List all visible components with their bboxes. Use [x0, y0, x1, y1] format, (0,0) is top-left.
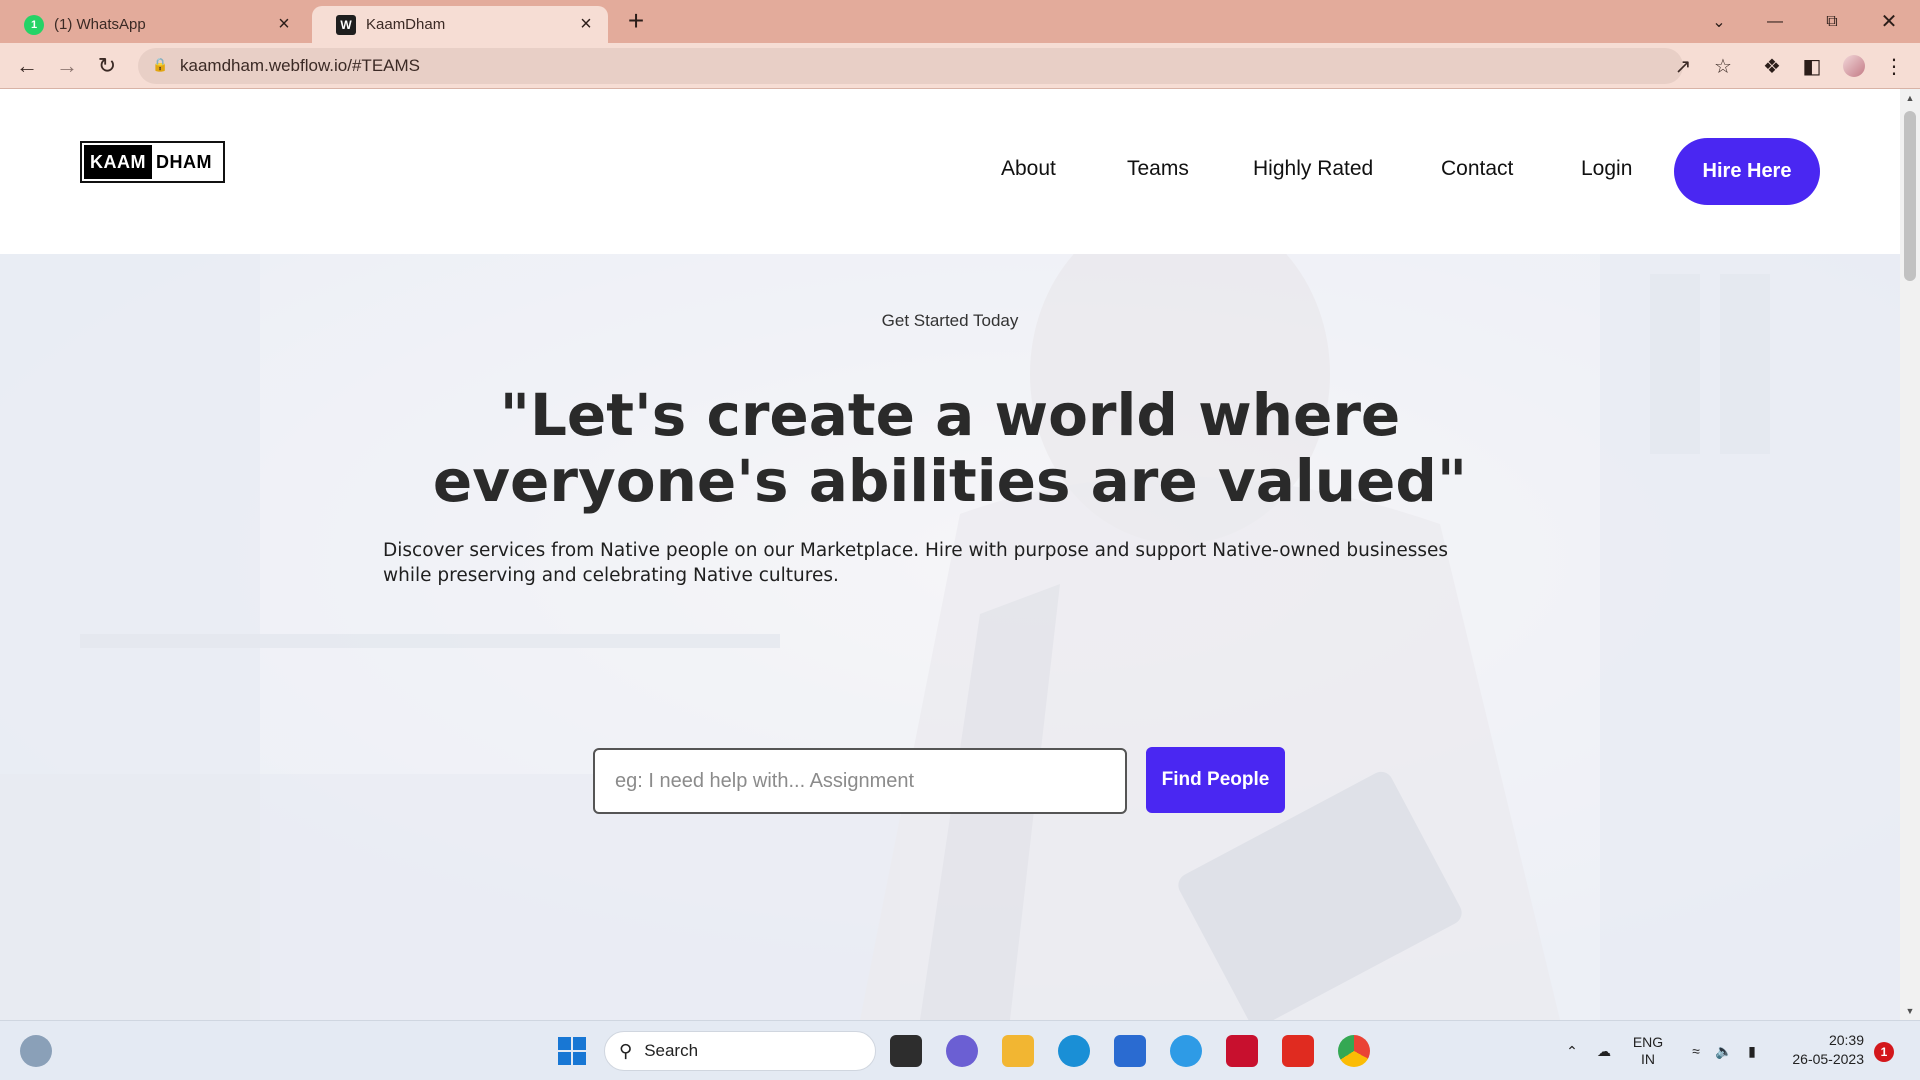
wifi-icon[interactable]: ≈	[1684, 1021, 1708, 1080]
kaamdham-logo[interactable]: KAAM DHAM	[80, 141, 225, 183]
url-text: kaamdham.webflow.io/#TEAMS	[180, 56, 420, 75]
logo-kaam: KAAM	[84, 145, 152, 179]
tab-kaamdham[interactable]: W KaamDham ×	[312, 6, 608, 43]
tab-whatsapp[interactable]: 1 (1) WhatsApp ×	[0, 6, 306, 43]
microsoft-store-icon[interactable]	[1114, 1035, 1146, 1067]
hero-description: Discover services from Native people on …	[383, 540, 1449, 586]
mcafee-icon[interactable]	[1226, 1035, 1258, 1067]
region-code: IN	[1641, 1051, 1655, 1067]
edge-browser-icon[interactable]	[1058, 1035, 1090, 1067]
scroll-up-icon[interactable]: ▲	[1900, 89, 1920, 107]
weather-widget-icon[interactable]	[20, 1035, 52, 1067]
service-search-input[interactable]: eg: I need help with... Assignment	[593, 748, 1127, 814]
tab-search-icon[interactable]: ⌄	[1696, 0, 1742, 43]
find-people-button[interactable]: Find People	[1146, 747, 1285, 813]
nav-contact[interactable]: Contact	[1441, 157, 1513, 181]
nav-teams[interactable]: Teams	[1127, 157, 1189, 181]
new-tab-button[interactable]: +	[622, 6, 650, 36]
language-code: ENG	[1632, 1034, 1664, 1050]
weather-app-icon[interactable]	[1170, 1035, 1202, 1067]
share-icon[interactable]: ↗	[1668, 51, 1698, 81]
nav-about[interactable]: About	[1001, 157, 1056, 181]
browser-toolbar: ← → ↻ 🔒 kaamdham.webflow.io/#TEAMS ↗ ☆ ❖…	[0, 43, 1920, 89]
file-explorer-icon[interactable]	[1002, 1035, 1034, 1067]
hidden-icons-chevron-icon[interactable]: ⌃	[1560, 1021, 1584, 1080]
back-icon[interactable]: ←	[12, 51, 42, 81]
task-view-icon[interactable]	[890, 1035, 922, 1067]
taskbar-search-label: Search	[644, 1041, 699, 1060]
whatsapp-icon: 1	[24, 14, 44, 35]
battery-icon[interactable]: ▮	[1740, 1021, 1764, 1080]
system-clock[interactable]: 20:39 26-05-2023	[1778, 1031, 1864, 1069]
notification-badge[interactable]: 1	[1874, 1042, 1894, 1062]
extensions-puzzle-icon[interactable]: ❖	[1757, 51, 1787, 81]
side-panel-icon[interactable]: ◧	[1797, 51, 1827, 81]
hero-section: Get Started Today "Let's create a world …	[0, 254, 1900, 1020]
address-bar[interactable]: 🔒 kaamdham.webflow.io/#TEAMS	[138, 48, 1683, 84]
close-tab-icon[interactable]: ×	[576, 13, 596, 35]
page-scrollbar[interactable]: ▲ ▼	[1900, 89, 1920, 1020]
site-header: KAAM DHAM About Teams Highly Rated Conta…	[0, 89, 1900, 254]
logo-dham: DHAM	[156, 151, 212, 172]
bookmark-star-icon[interactable]: ☆	[1708, 51, 1738, 81]
hero-headline: "Let's create a world where everyone's a…	[432, 381, 1468, 515]
forward-icon[interactable]: →	[52, 51, 82, 81]
scroll-down-icon[interactable]: ▼	[1900, 1002, 1920, 1020]
hero-tagline: Get Started Today	[881, 311, 1019, 330]
minimize-icon[interactable]: —	[1752, 0, 1798, 43]
nav-highly-rated[interactable]: Highly Rated	[1253, 157, 1373, 181]
tab-title: KaamDham	[366, 16, 446, 33]
profile-avatar[interactable]	[1843, 55, 1865, 77]
taskbar-search[interactable]: ⚲ Search	[604, 1031, 876, 1071]
teams-chat-icon[interactable]	[946, 1035, 978, 1067]
hero-overlay	[0, 254, 1900, 1020]
scrollbar-thumb[interactable]	[1904, 111, 1916, 281]
kebab-menu-icon[interactable]: ⋮	[1879, 51, 1909, 81]
reload-icon[interactable]: ↻	[92, 51, 122, 81]
onedrive-icon[interactable]: ☁	[1590, 1021, 1618, 1080]
close-window-icon[interactable]: ✕	[1866, 0, 1912, 43]
webflow-icon: W	[336, 14, 356, 35]
close-tab-icon[interactable]: ×	[274, 13, 294, 35]
windows-start-icon[interactable]	[556, 1035, 588, 1067]
nav-login[interactable]: Login	[1581, 157, 1632, 181]
browser-tab-strip: 1 (1) WhatsApp × W KaamDham × + ⌄ — ⧉ ✕	[0, 0, 1920, 43]
clock-date: 26-05-2023	[1792, 1051, 1864, 1067]
clock-time: 20:39	[1828, 1032, 1864, 1048]
page-viewport: KAAM DHAM About Teams Highly Rated Conta…	[0, 89, 1900, 1020]
windows-taskbar: ⚲ Search ⌃ ☁ ENG IN ≈ 🔈 ▮ 20:39 26-05-20…	[0, 1020, 1920, 1080]
language-indicator[interactable]: ENG IN	[1628, 1021, 1668, 1080]
restore-icon[interactable]: ⧉	[1809, 0, 1855, 43]
tab-title: (1) WhatsApp	[54, 16, 146, 33]
hire-here-button[interactable]: Hire Here	[1674, 138, 1820, 205]
lock-icon: 🔒	[152, 57, 169, 72]
chrome-icon[interactable]	[1338, 1035, 1370, 1067]
wps-office-icon[interactable]	[1282, 1035, 1314, 1067]
search-icon: ⚲	[619, 1040, 633, 1061]
volume-icon[interactable]: 🔈	[1712, 1021, 1736, 1080]
